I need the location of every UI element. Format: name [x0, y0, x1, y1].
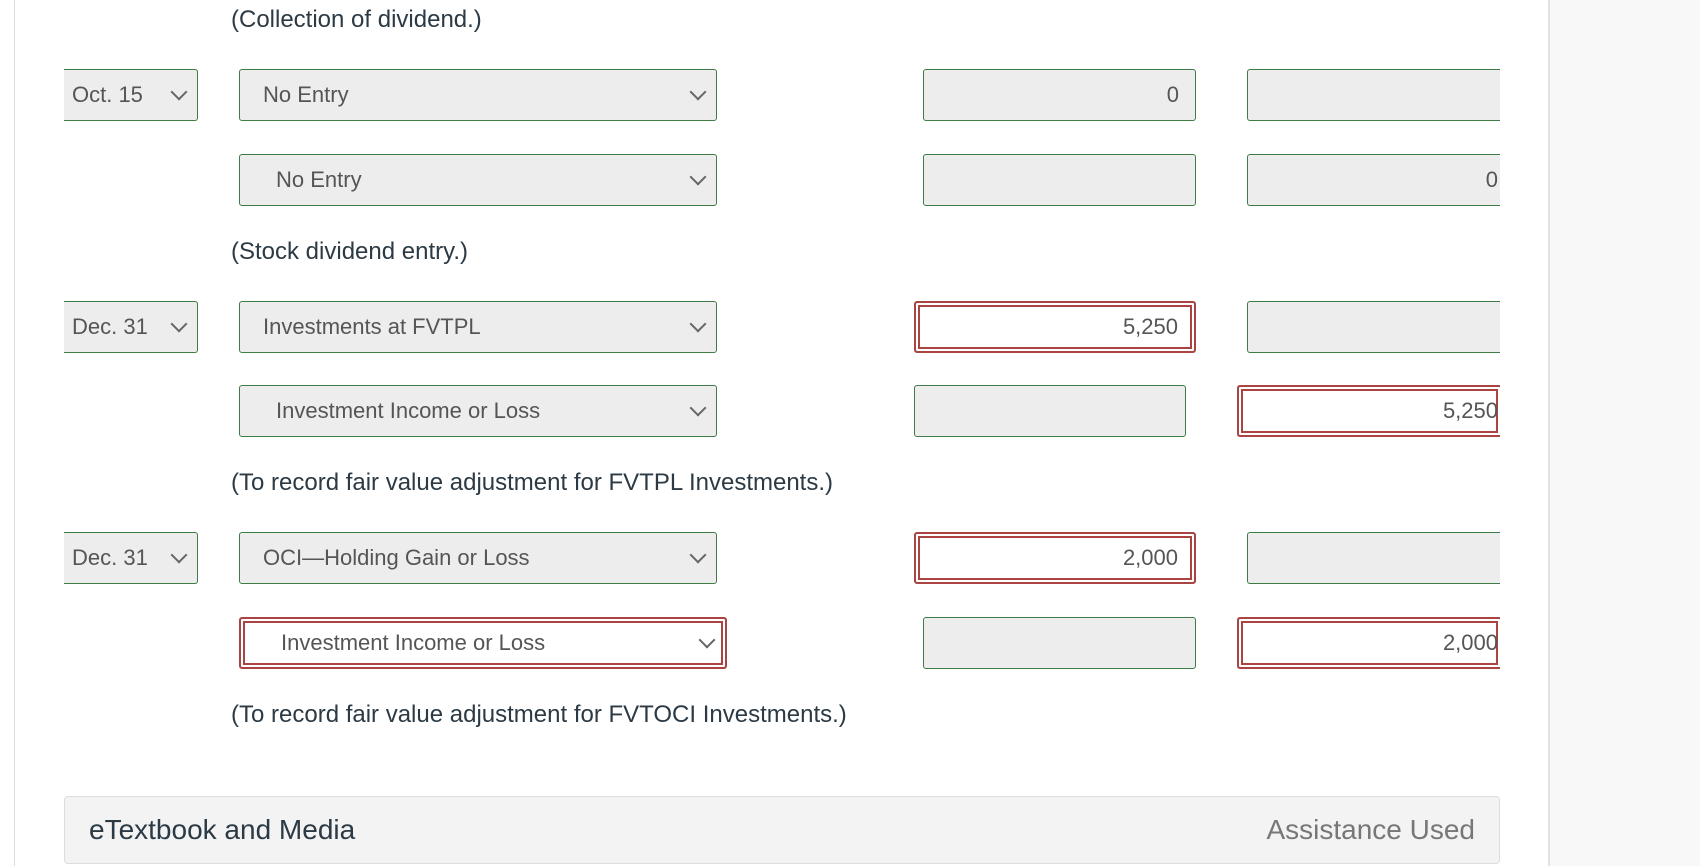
- account-select-value: Investments at FVTPL: [263, 314, 481, 339]
- assistance-used-label: Assistance Used: [1266, 814, 1475, 845]
- chevron-down-icon: [689, 315, 707, 333]
- chevron-down-icon: [689, 83, 707, 101]
- debit-input[interactable]: 2,000: [914, 532, 1196, 584]
- account-select-value: No Entry: [263, 82, 349, 107]
- account-select[interactable]: Investments at FVTPL: [239, 301, 717, 353]
- date-select-value: Dec. 31: [72, 545, 148, 570]
- chevron-down-icon: [689, 168, 707, 186]
- debit-input[interactable]: 5,250: [914, 301, 1196, 353]
- credit-input[interactable]: [1247, 301, 1500, 353]
- credit-input[interactable]: 2,000: [1237, 617, 1500, 669]
- account-select-value: OCI—Holding Gain or Loss: [263, 545, 530, 570]
- credit-value: 2,000: [1442, 630, 1498, 655]
- chevron-down-icon: [689, 546, 707, 564]
- credit-input[interactable]: 5,250: [1237, 385, 1500, 437]
- credit-input[interactable]: [1247, 532, 1500, 584]
- etextbook-media-bar[interactable]: eTextbook and Media Assistance Used: [64, 796, 1500, 864]
- debit-input[interactable]: [914, 385, 1186, 437]
- credit-value: 0: [1485, 167, 1498, 192]
- account-select[interactable]: OCI—Holding Gain or Loss: [239, 532, 717, 584]
- credit-input[interactable]: 0: [1247, 154, 1500, 206]
- account-select[interactable]: No Entry: [239, 69, 717, 121]
- entry-description: (Collection of dividend.): [231, 6, 482, 33]
- chevron-down-icon: [170, 315, 188, 333]
- debit-input[interactable]: [923, 154, 1196, 206]
- debit-input[interactable]: [923, 617, 1196, 669]
- debit-value: 2,000: [1122, 545, 1178, 570]
- account-select[interactable]: Investment Income or Loss: [239, 385, 717, 437]
- credit-input[interactable]: [1247, 69, 1500, 121]
- debit-input[interactable]: 0: [923, 69, 1196, 121]
- date-select[interactable]: Oct. 15: [64, 69, 198, 121]
- entry-description: (To record fair value adjustment for FVT…: [231, 701, 847, 728]
- date-select-value: Oct. 15: [72, 82, 143, 107]
- account-select-value: Investment Income or Loss: [281, 630, 546, 655]
- date-select[interactable]: Dec. 31: [64, 532, 198, 584]
- right-side-panel: [1548, 0, 1700, 866]
- date-select-value: Dec. 31: [72, 314, 148, 339]
- etextbook-media-link[interactable]: eTextbook and Media: [89, 814, 355, 846]
- account-select[interactable]: Investment Income or Loss: [239, 617, 727, 669]
- debit-value: 0: [1166, 82, 1179, 107]
- chevron-down-icon: [170, 83, 188, 101]
- credit-value: 5,250: [1442, 398, 1498, 423]
- account-select-value: Investment Income or Loss: [276, 398, 541, 423]
- entry-description: (Stock dividend entry.): [231, 238, 468, 265]
- date-select[interactable]: Dec. 31: [64, 301, 198, 353]
- chevron-down-icon: [698, 631, 716, 649]
- account-select-value: No Entry: [276, 167, 362, 192]
- journal-entry-form: (Collection of dividend.) Oct. 15 No Ent…: [0, 0, 1548, 866]
- chevron-down-icon: [689, 399, 707, 417]
- chevron-down-icon: [170, 546, 188, 564]
- account-select[interactable]: No Entry: [239, 154, 717, 206]
- debit-value: 5,250: [1122, 314, 1178, 339]
- entry-description: (To record fair value adjustment for FVT…: [231, 469, 834, 496]
